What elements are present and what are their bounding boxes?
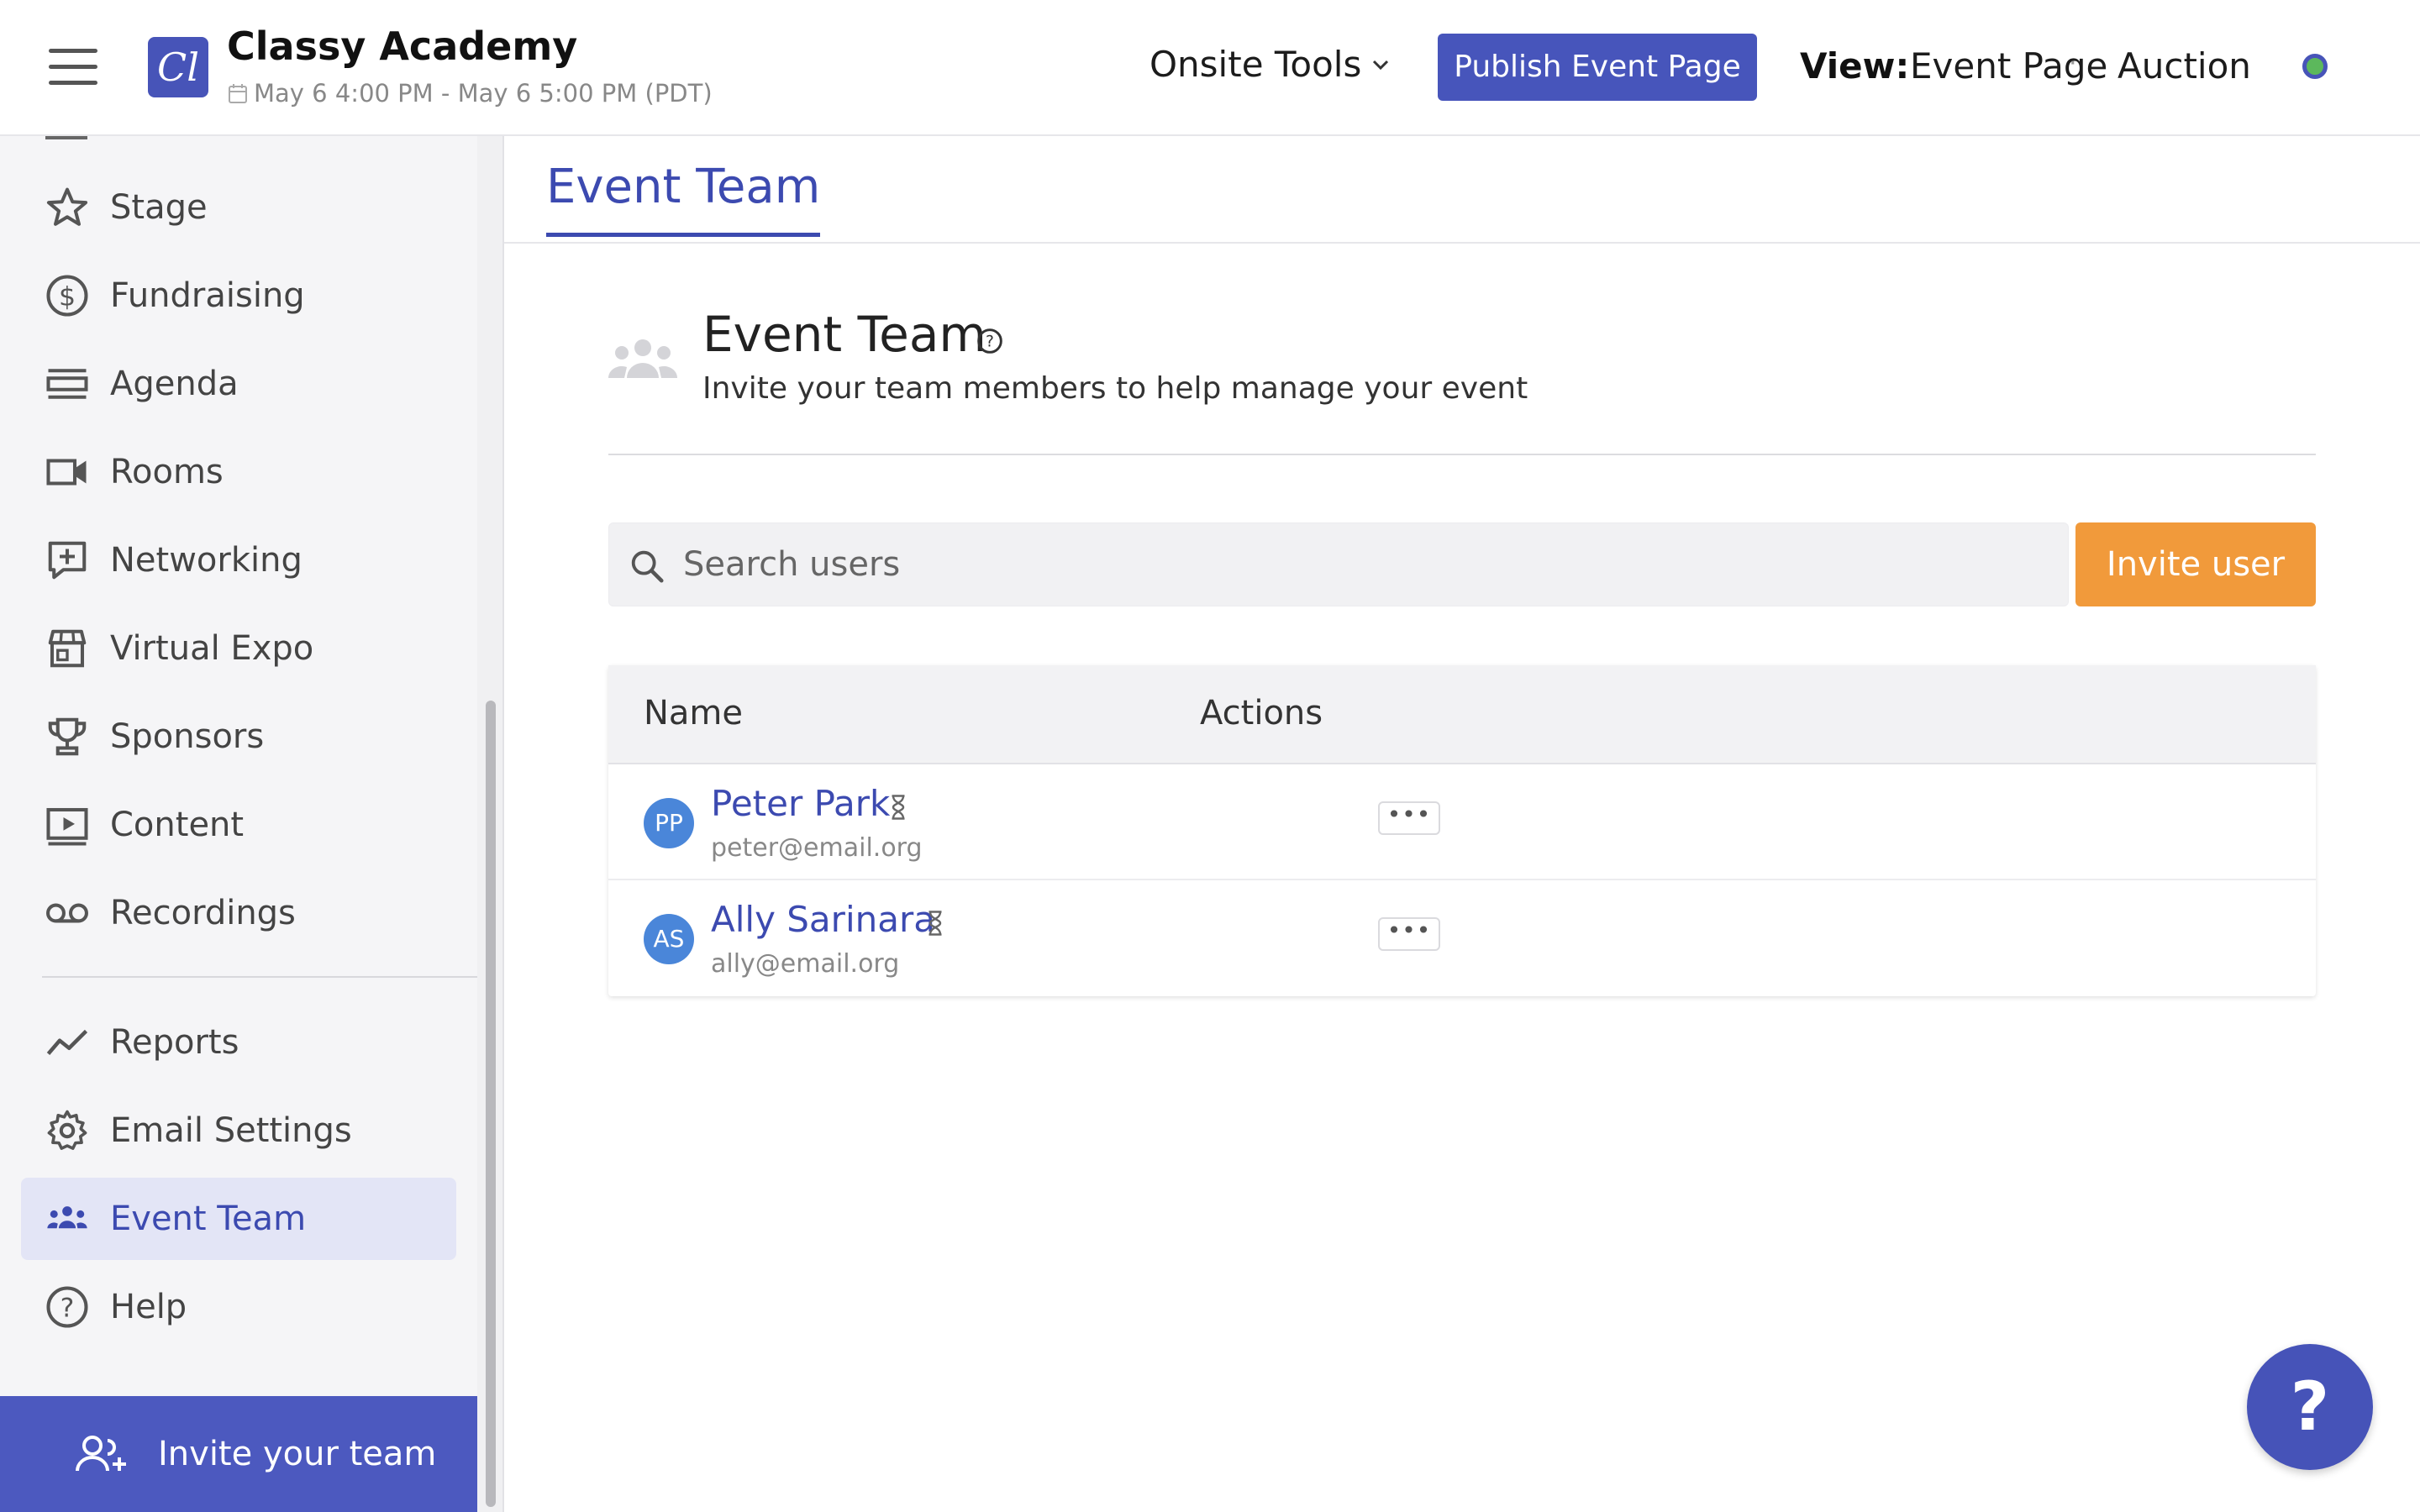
table-header: Name Actions (608, 665, 2316, 764)
tab-event-team[interactable]: Event Team (546, 160, 821, 237)
sidebar-scroll-hint (45, 136, 87, 139)
sidebar-item-sponsors[interactable]: Sponsors (21, 696, 456, 778)
top-header: Cl Classy Academy May 6 4:00 PM - May 6 … (0, 0, 2420, 136)
networking-icon (21, 538, 110, 583)
hamburger-menu-icon[interactable] (49, 49, 97, 86)
sidebar-item-label: Sponsors (110, 717, 265, 756)
sidebar-item-label: Event Team (110, 1200, 307, 1238)
sidebar-item-help[interactable]: ? Help (21, 1266, 456, 1348)
onsite-tools-label: Onsite Tools (1150, 44, 1362, 85)
sidebar-item-label: Recordings (110, 894, 296, 932)
help-circle-icon[interactable]: ? (976, 328, 1003, 354)
sidebar-item-networking[interactable]: Networking (21, 519, 456, 601)
user-name-link[interactable]: Peter Park (711, 783, 890, 824)
view-auction-link[interactable]: Auction (2118, 45, 2251, 87)
gear-icon (21, 1108, 110, 1153)
column-header-actions: Actions (1200, 694, 1323, 732)
play-screen-icon (21, 802, 110, 848)
hourglass-icon (929, 911, 942, 936)
more-actions-button[interactable]: ••• (1378, 917, 1440, 951)
status-indicator[interactable] (2302, 54, 2328, 79)
view-label: View: (1800, 45, 1910, 87)
trend-line-icon (21, 1020, 110, 1065)
column-header-name[interactable]: Name (644, 694, 743, 732)
sidebar-item-label: Reports (110, 1023, 239, 1062)
calendar-icon (229, 84, 247, 103)
table-row: AS Ally Sarinara ally@email.org ••• (608, 880, 2316, 996)
search-icon (631, 550, 664, 583)
hourglass-icon (892, 795, 905, 820)
dollar-circle-icon: $ (21, 273, 110, 318)
sidebar-item-email-settings[interactable]: Email Settings (21, 1089, 456, 1172)
sidebar-item-fundraising[interactable]: $ Fundraising (21, 255, 456, 337)
sidebar-item-label: Networking (110, 541, 302, 580)
sidebar-scrollbar[interactable] (477, 136, 504, 1512)
more-actions-button[interactable]: ••• (1378, 801, 1440, 835)
sidebar-item-stage[interactable]: Stage (21, 166, 456, 249)
svg-text:$: $ (59, 281, 76, 312)
sidebar-item-recordings[interactable]: Recordings (21, 872, 456, 954)
user-name-link[interactable]: Ally Sarinara (711, 899, 935, 940)
help-button[interactable]: ? (2247, 1344, 2373, 1470)
section-title: Event Team (702, 306, 986, 363)
sidebar-item-agenda[interactable]: Agenda (21, 343, 456, 425)
sidebar-item-label: Help (110, 1288, 187, 1326)
section-divider (608, 454, 2316, 455)
trophy-icon (21, 714, 110, 759)
sidebar-item-rooms[interactable]: Rooms (21, 431, 456, 513)
add-user-icon (76, 1436, 126, 1472)
event-dates: May 6 4:00 PM - May 6 5:00 PM (PDT) (229, 79, 713, 108)
tab-bar: Event Team (504, 136, 2420, 244)
sidebar-divider (42, 976, 477, 978)
svg-text:?: ? (60, 1293, 75, 1323)
sidebar-item-reports[interactable]: Reports (21, 1001, 456, 1084)
agenda-icon (21, 361, 110, 407)
invite-user-button[interactable]: Invite user (2075, 522, 2316, 606)
table-row: PP Peter Park peter@email.org ••• (608, 764, 2316, 880)
sidebar-item-label: Rooms (110, 453, 224, 491)
user-email: ally@email.org (711, 949, 900, 979)
sidebar-item-label: Email Settings (110, 1111, 352, 1150)
org-logo[interactable]: Cl (148, 37, 208, 97)
sidebar-item-label: Fundraising (110, 276, 305, 315)
sidebar-scroll-thumb[interactable] (486, 701, 496, 1507)
publish-event-page-button[interactable]: Publish Event Page (1438, 34, 1757, 101)
user-email: peter@email.org (711, 833, 923, 863)
sidebar-item-event-team[interactable]: Event Team (21, 1178, 456, 1260)
sidebar-item-virtual-expo[interactable]: Virtual Expo (21, 607, 456, 690)
voicemail-icon (21, 890, 110, 936)
team-table: Name Actions PP Peter Park peter@email.o… (608, 665, 2316, 996)
event-dates-text: May 6 4:00 PM - May 6 5:00 PM (PDT) (254, 79, 713, 108)
view-event-page-link[interactable]: Event Page (1910, 45, 2107, 87)
sidebar-item-label: Stage (110, 188, 208, 227)
team-icon (21, 1196, 110, 1242)
section-subtitle: Invite your team members to help manage … (702, 371, 1528, 406)
sidebar-item-content[interactable]: Content (21, 784, 456, 866)
star-icon (21, 185, 110, 230)
org-name: Classy Academy (227, 24, 578, 69)
search-box (608, 522, 2069, 606)
sidebar: Stage $ Fundraising Agenda Rooms Network… (0, 136, 477, 1512)
avatar: PP (644, 798, 694, 848)
view-separator: · (2069, 49, 2077, 78)
sidebar-item-label: Content (110, 806, 245, 844)
invite-your-team-label: Invite your team (158, 1435, 437, 1473)
video-camera-icon (21, 449, 110, 495)
onsite-tools-dropdown[interactable]: Onsite Tools (1150, 44, 1390, 85)
invite-your-team-button[interactable]: Invite your team (0, 1396, 477, 1512)
svg-text:?: ? (986, 333, 994, 351)
help-circle-icon: ? (21, 1284, 110, 1330)
avatar: AS (644, 914, 694, 964)
storefront-icon (21, 626, 110, 671)
chevron-down-icon (1373, 60, 1389, 70)
team-icon (608, 339, 677, 378)
sidebar-item-label: Agenda (110, 365, 239, 403)
sidebar-item-label: Virtual Expo (110, 629, 314, 668)
search-input[interactable] (683, 523, 2044, 606)
